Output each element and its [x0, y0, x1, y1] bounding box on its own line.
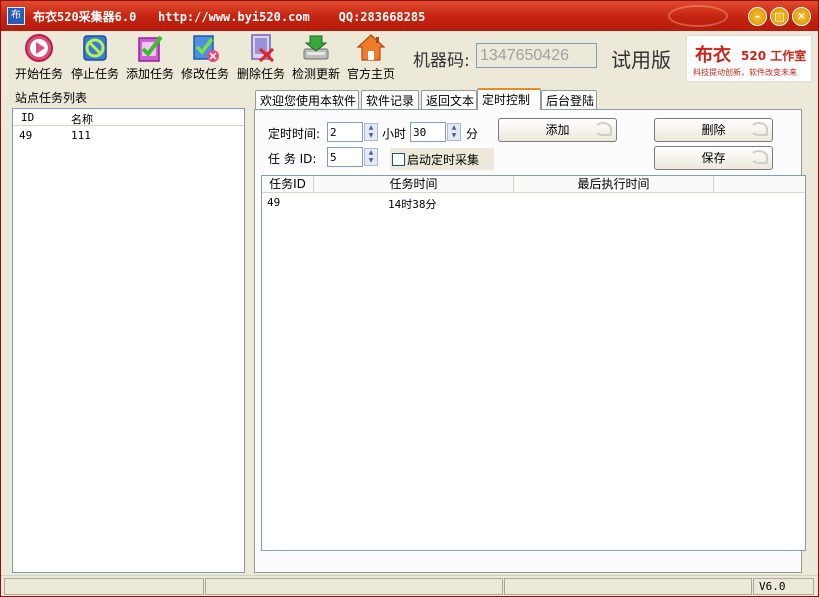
- tab-schedule-control[interactable]: 定时控制: [477, 88, 541, 110]
- hour-input[interactable]: 2: [327, 122, 363, 142]
- row-task-time: 14时38分: [388, 198, 437, 211]
- schedule-control-page: 定时时间: 2 ▲ ▼ 小时 30 ▲ ▼ 分 任 务 ID: 5 ▲ ▼ 启动定时采…: [254, 109, 806, 573]
- tab-return-text[interactable]: 返回文本: [421, 90, 477, 109]
- add-task-label: 添加任务: [125, 67, 174, 81]
- delete-task-button[interactable]: 删除任务: [235, 32, 287, 82]
- minute-unit-label: 分: [466, 127, 479, 141]
- tab-welcome[interactable]: 欢迎您使用本软件: [255, 90, 359, 109]
- hour-stepper[interactable]: ▲ ▼: [364, 123, 378, 141]
- list-item-name: 111: [71, 129, 91, 142]
- enable-schedule-label: 启动定时采集: [407, 152, 480, 167]
- schedule-grid-header: 任务ID 任务时间 最后执行时间: [262, 176, 805, 193]
- add-task-button[interactable]: 添加任务: [124, 32, 176, 82]
- swirl-decoration-icon: [594, 122, 612, 136]
- row-task-id: 49: [267, 196, 281, 209]
- minute-input[interactable]: 30: [410, 122, 446, 142]
- minimize-button[interactable]: –: [748, 7, 767, 26]
- machine-code-label: 机器码:: [413, 51, 470, 71]
- column-header-task-time[interactable]: 任务时间: [314, 176, 514, 193]
- task-id-label: 任 务 ID:: [268, 152, 317, 166]
- enable-schedule-checkbox[interactable]: 启动定时采集: [390, 148, 494, 170]
- trial-version-label: 试用版: [611, 48, 671, 72]
- add-schedule-label: 添加: [545, 123, 570, 137]
- title-bar[interactable]: 布 布衣520采集器6.0 http://www.byi520.com QQ:2…: [1, 1, 818, 31]
- edit-task-button[interactable]: 修改任务: [179, 32, 231, 82]
- status-panel-version: V6.0: [753, 578, 814, 595]
- edit-task-label: 修改任务: [180, 67, 229, 81]
- stop-task-label: 停止任务: [70, 67, 119, 81]
- window-title: 布衣520采集器6.0 http://www.byi520.com QQ:283…: [33, 9, 426, 24]
- edit-task-icon: [190, 33, 220, 63]
- site-task-list[interactable]: ID 名称 49 111: [12, 108, 245, 573]
- version-text: V6.0: [759, 580, 786, 593]
- status-panel-1: [4, 578, 204, 595]
- studio-logo: 布衣 520 工作室 科技提动创新，软件改变未来: [686, 35, 812, 82]
- column-header-id[interactable]: ID: [21, 111, 34, 124]
- status-bar: V6.0: [1, 575, 818, 596]
- close-button[interactable]: ✕: [792, 7, 811, 26]
- check-update-button[interactable]: 检测更新: [290, 32, 342, 82]
- title-decoration: [668, 5, 728, 27]
- logo-sub-text: 520 工作室: [741, 49, 807, 63]
- logo-tagline: 科技提动创新，软件改变未来: [693, 68, 797, 77]
- tab-software-log[interactable]: 软件记录: [361, 90, 419, 109]
- column-header-name[interactable]: 名称: [71, 111, 93, 127]
- delete-task-label: 删除任务: [236, 67, 285, 81]
- maximize-button[interactable]: □: [770, 7, 789, 26]
- schedule-grid[interactable]: 任务ID 任务时间 最后执行时间 49 14时38分: [261, 175, 806, 551]
- enable-schedule-box[interactable]: [392, 152, 405, 166]
- homepage-button[interactable]: 官方主页: [345, 32, 397, 82]
- schedule-time-label: 定时时间:: [268, 127, 321, 141]
- app-icon: 布: [7, 7, 25, 25]
- column-header-task-id[interactable]: 任务ID: [262, 176, 314, 193]
- delete-task-icon: [246, 33, 276, 63]
- column-header-last-run[interactable]: 最后执行时间: [514, 176, 714, 193]
- status-panel-3: [504, 578, 752, 595]
- tab-admin-login[interactable]: 后台登陆: [541, 90, 597, 109]
- status-panel-2: [205, 578, 503, 595]
- swirl-decoration-icon: [750, 122, 768, 136]
- stop-task-button[interactable]: 停止任务: [69, 32, 121, 82]
- save-schedule-button[interactable]: 保存: [654, 146, 773, 170]
- logo-main-text: 布衣: [695, 45, 731, 66]
- check-update-label: 检测更新: [291, 67, 340, 81]
- add-task-icon: [135, 33, 165, 63]
- hour-unit-label: 小时: [382, 127, 407, 141]
- start-task-label: 开始任务: [14, 67, 63, 81]
- swirl-decoration-icon: [750, 150, 768, 164]
- machine-code-field[interactable]: [476, 43, 597, 68]
- list-item[interactable]: 49 111: [13, 127, 244, 143]
- main-window: 布 布衣520采集器6.0 http://www.byi520.com QQ:2…: [0, 0, 819, 597]
- list-item-id: 49: [19, 129, 33, 142]
- save-schedule-label: 保存: [701, 151, 726, 165]
- task-id-input[interactable]: 5: [327, 147, 363, 167]
- home-icon: [356, 33, 386, 63]
- start-task-button[interactable]: 开始任务: [13, 32, 65, 82]
- delete-schedule-label: 删除: [701, 123, 726, 137]
- site-task-list-title: 站点任务列表: [15, 91, 88, 105]
- task-id-stepper[interactable]: ▲ ▼: [364, 148, 378, 166]
- play-icon: [24, 33, 54, 63]
- delete-schedule-button[interactable]: 删除: [654, 118, 773, 142]
- toolbar: 开始任务 停止任务 添加任务 修改任务 删除任务 检测更新 官方主页 机器码: …: [3, 32, 817, 84]
- minute-stepper[interactable]: ▲ ▼: [447, 123, 461, 141]
- homepage-label: 官方主页: [346, 67, 395, 81]
- add-schedule-button[interactable]: 添加: [498, 118, 617, 142]
- update-icon: [301, 33, 331, 63]
- site-list-header: ID 名称: [13, 109, 244, 126]
- stop-icon: [80, 33, 110, 63]
